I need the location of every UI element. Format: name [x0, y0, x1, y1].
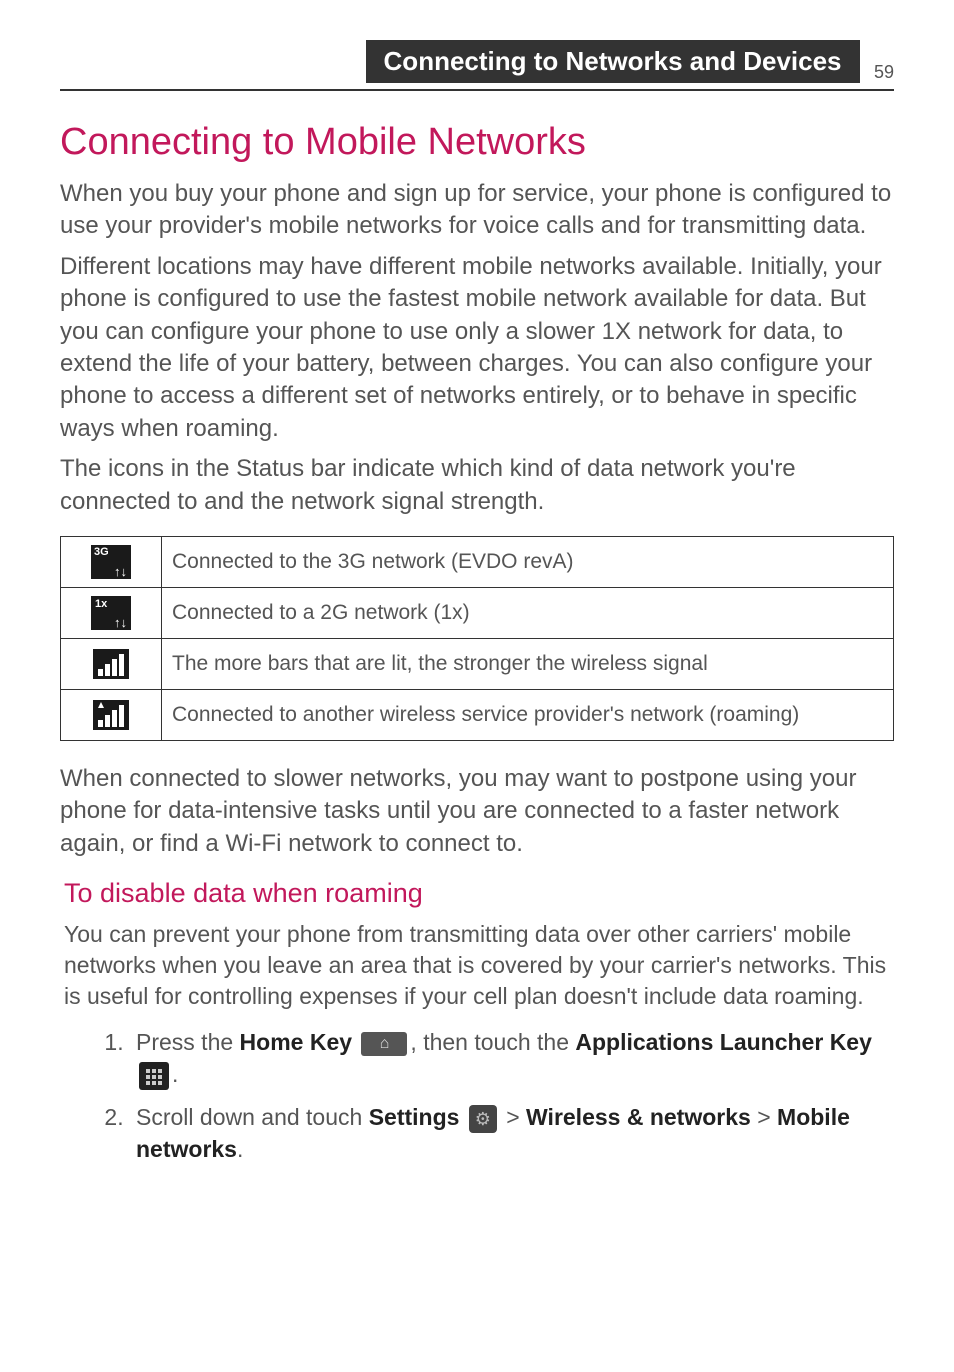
table-row: Connected to another wireless service pr…	[61, 689, 894, 740]
page-header: Connecting to Networks and Devices 59	[60, 40, 894, 91]
table-row: Connected to the 3G network (EVDO revA)	[61, 536, 894, 587]
step-text: , then touch the	[410, 1029, 575, 1055]
3g-icon	[91, 545, 131, 579]
icon-cell	[61, 536, 162, 587]
page-title: Connecting to Mobile Networks	[60, 121, 894, 164]
paragraph-networks: Different locations may have different m…	[60, 251, 894, 445]
table-text: Connected to a 2G network (1x)	[162, 587, 894, 638]
wireless-label: Wireless & networks	[526, 1104, 751, 1130]
roaming-bars-icon	[91, 698, 131, 732]
home-key-icon	[361, 1032, 407, 1056]
steps-list: Press the Home Key , then touch the Appl…	[100, 1026, 894, 1165]
settings-icon	[469, 1105, 497, 1133]
step-text: Press the	[136, 1029, 240, 1055]
launcher-key-label: Applications Launcher Key	[575, 1029, 872, 1055]
chapter-title: Connecting to Networks and Devices	[366, 40, 860, 83]
status-icons-table: Connected to the 3G network (EVDO revA) …	[60, 536, 894, 741]
step-item: Press the Home Key , then touch the Appl…	[130, 1026, 894, 1090]
step-item: Scroll down and touch Settings > Wireles…	[130, 1101, 894, 1165]
table-row: Connected to a 2G network (1x)	[61, 587, 894, 638]
paragraph-roaming: You can prevent your phone from transmit…	[64, 919, 890, 1012]
step-text: .	[237, 1136, 243, 1162]
settings-label: Settings	[369, 1104, 460, 1130]
step-text: >	[500, 1104, 526, 1130]
page-number: 59	[864, 62, 894, 83]
table-text: The more bars that are lit, the stronger…	[162, 638, 894, 689]
paragraph-intro: When you buy your phone and sign up for …	[60, 178, 894, 243]
icon-cell	[61, 638, 162, 689]
paragraph-icons: The icons in the Status bar indicate whi…	[60, 453, 894, 518]
icon-cell	[61, 689, 162, 740]
section-heading: To disable data when roaming	[64, 878, 894, 909]
icon-cell	[61, 587, 162, 638]
table-text: Connected to the 3G network (EVDO revA)	[162, 536, 894, 587]
table-text: Connected to another wireless service pr…	[162, 689, 894, 740]
paragraph-slower: When connected to slower networks, you m…	[60, 763, 894, 860]
step-text: >	[751, 1104, 777, 1130]
home-key-label: Home Key	[240, 1029, 352, 1055]
document-page: Connecting to Networks and Devices 59 Co…	[0, 0, 954, 1235]
launcher-key-icon	[139, 1062, 169, 1090]
signal-bars-icon	[91, 647, 131, 681]
step-text: Scroll down and touch	[136, 1104, 369, 1130]
table-row: The more bars that are lit, the stronger…	[61, 638, 894, 689]
step-text: .	[172, 1061, 178, 1087]
1x-icon	[91, 596, 131, 630]
